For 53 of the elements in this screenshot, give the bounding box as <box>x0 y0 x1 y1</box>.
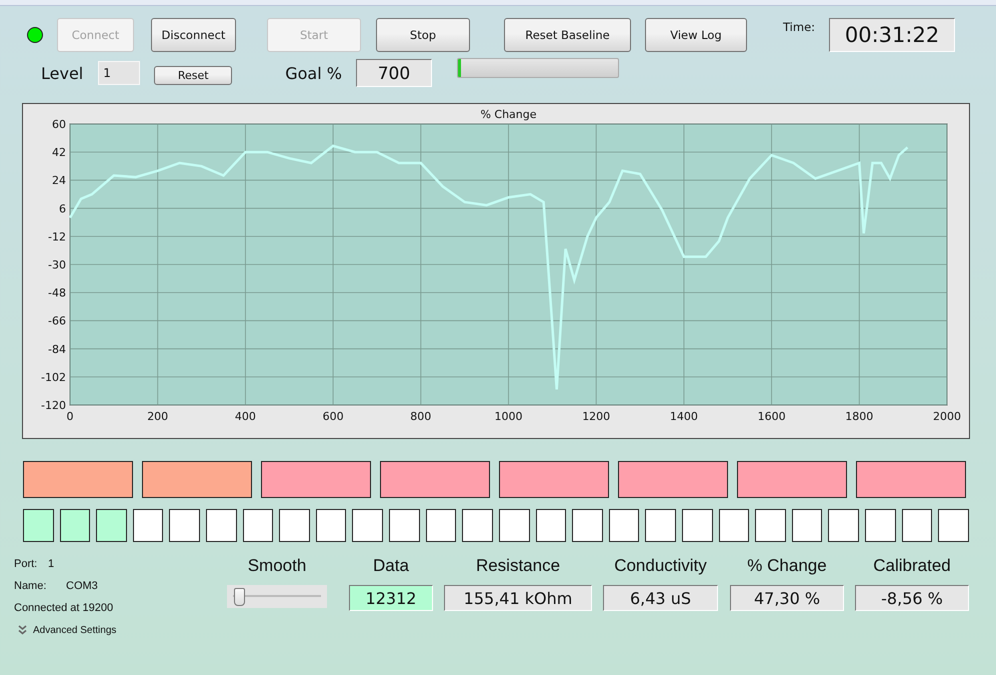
readout-label: Resistance <box>476 556 560 576</box>
y-tick-label: -120 <box>41 399 66 412</box>
toolbar-button[interactable]: View Log <box>645 18 747 52</box>
readout-value: 155,41 kOhm <box>444 585 592 611</box>
y-tick-label: 24 <box>52 174 66 188</box>
x-tick-label: 800 <box>410 410 432 423</box>
level-field[interactable]: 1 <box>98 61 140 85</box>
x-tick-label: 400 <box>234 410 256 423</box>
port-label: Port: <box>14 558 38 570</box>
x-tick-label: 200 <box>147 410 168 423</box>
y-tick-label: -84 <box>48 342 66 356</box>
y-tick-label: -102 <box>41 370 66 384</box>
y-tick-label: 60 <box>52 118 66 131</box>
name-value: COM3 <box>66 580 98 592</box>
x-tick-label: 1800 <box>845 410 874 423</box>
readout-label: Calibrated <box>873 556 951 576</box>
y-tick-label: 42 <box>52 146 66 160</box>
readout-value: 47,30 % <box>730 585 844 611</box>
port-value: 1 <box>48 558 54 570</box>
x-tick-label: 1600 <box>758 410 786 423</box>
chart-title: % Change <box>480 108 537 121</box>
y-tick-label: -66 <box>48 314 66 328</box>
smooth-label: Smooth <box>248 556 306 576</box>
y-tick-label: -12 <box>48 230 66 244</box>
x-tick-label: 1200 <box>582 410 610 423</box>
y-tick-label: -30 <box>48 258 66 272</box>
toolbar-button[interactable]: Reset Baseline <box>504 18 631 52</box>
x-tick-label: 1400 <box>670 410 698 423</box>
advanced-settings-link[interactable]: Advanced Settings <box>33 624 116 636</box>
level-label: Level <box>41 64 84 82</box>
goal-label: Goal % <box>285 64 342 82</box>
x-tick-label: 600 <box>322 410 344 423</box>
reset-button[interactable]: Reset <box>154 66 232 84</box>
readout-label: % Change <box>747 556 827 576</box>
double-chevron-icon[interactable] <box>18 625 27 635</box>
toolbar-button[interactable]: Disconnect <box>151 18 236 52</box>
readout-label: Conductivity <box>614 556 707 576</box>
x-tick-label: 1000 <box>494 410 522 423</box>
x-tick-label: 2000 <box>933 410 961 423</box>
readout-value: 6,43 uS <box>603 585 718 611</box>
goal-field[interactable]: 700 <box>356 59 432 87</box>
toolbar-button[interactable]: Stop <box>376 18 470 52</box>
time-display: 00:31:22 <box>829 18 956 52</box>
readout-value: -8,56 % <box>855 585 969 611</box>
x-tick-label: 0 <box>66 410 74 423</box>
readout-label: Data <box>373 556 409 576</box>
connection-status: Connected at 19200 <box>14 602 114 614</box>
time-label: Time: <box>783 20 816 34</box>
y-tick-label: -48 <box>48 286 66 300</box>
y-tick-label: 6 <box>59 202 66 216</box>
readout-value: 12312 <box>349 585 433 611</box>
name-label: Name: <box>14 580 48 592</box>
smooth-slider[interactable] <box>227 585 327 608</box>
